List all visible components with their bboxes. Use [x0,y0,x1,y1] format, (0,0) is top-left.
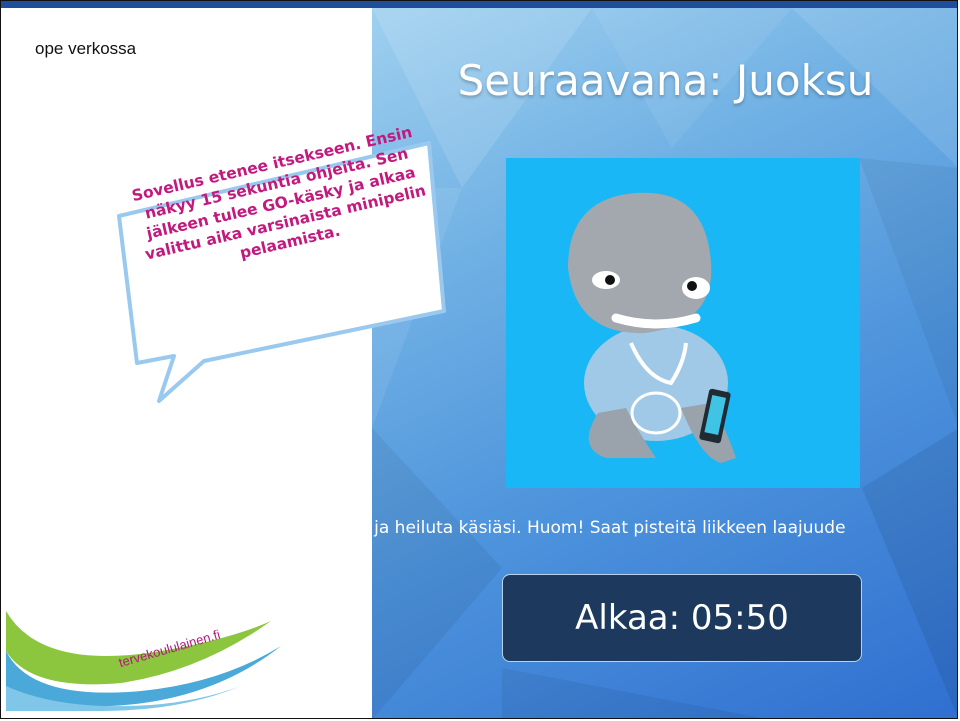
mascot-illustration [568,192,736,463]
header-title: ope verkossa [35,39,137,58]
countdown-display: Alkaa: 05:50 [502,574,862,662]
top-accent-bar [1,1,957,8]
instruction-text: i ja heiluta käsiäsi. Huom! Saat pisteit… [372,518,846,538]
character-image [506,158,860,488]
game-app-area: Seuraavana: Juoksu i ja heiluta käsiäsi.… [372,8,957,718]
next-activity-title: Seuraavana: Juoksu [457,56,874,105]
slide-frame: ope verkossa Seuraavana: Juoksu i ja hei… [0,0,958,719]
